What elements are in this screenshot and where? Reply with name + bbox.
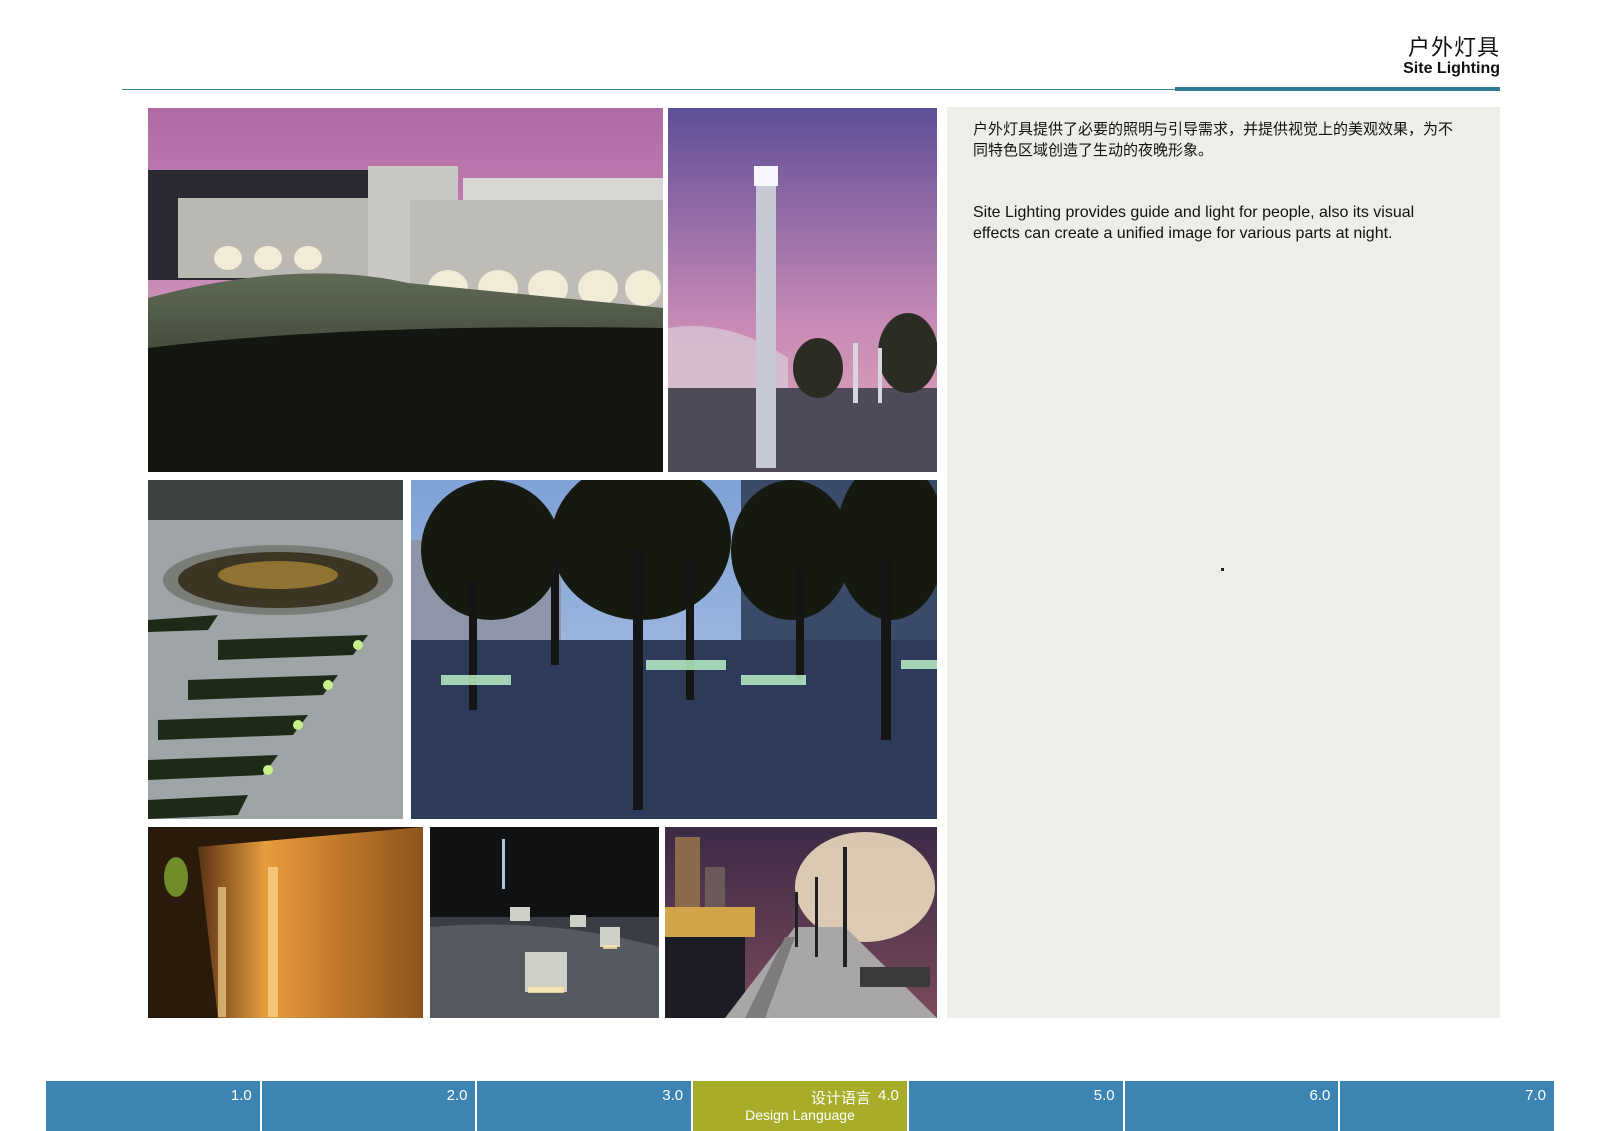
nav-section-2[interactable]: 2.0 (261, 1081, 478, 1131)
section-nav-bar: 1.0 2.0 3.0 设计语言 4.0 Design Language 5.0… (46, 1081, 1555, 1131)
nav-section-label-cn: 设计语言 (810, 1090, 871, 1107)
nav-section-number: 1.0 (230, 1087, 252, 1104)
page-title-cn: 户外灯具 (1407, 36, 1500, 61)
nav-section-4-active[interactable]: 设计语言 4.0 Design Language (693, 1081, 909, 1131)
stray-dot (1221, 568, 1224, 571)
nav-section-6[interactable]: 6.0 (1124, 1081, 1341, 1131)
photo-warm-wall-uplight (148, 827, 423, 1018)
nav-section-1[interactable]: 1.0 (46, 1081, 262, 1131)
nav-section-3[interactable]: 3.0 (477, 1081, 694, 1131)
nav-section-number: 2.0 (446, 1087, 468, 1104)
nav-section-number: 5.0 (1093, 1087, 1115, 1104)
nav-section-5[interactable]: 5.0 (908, 1081, 1125, 1131)
description-text-cn: 户外灯具提供了必要的照明与引导需求，并提供视觉上的美观效果，为不同特色区域创造了… (973, 120, 1454, 159)
nav-section-number: 7.0 (1525, 1087, 1547, 1104)
nav-section-number: 4.0 (878, 1087, 899, 1104)
photo-building-wall-lighting (148, 108, 663, 472)
photo-lamp-post-dusk (668, 108, 937, 472)
photo-tree-plaza-benches (411, 480, 937, 819)
description-text-en: Site Lighting provides guide and light f… (973, 204, 1415, 242)
photo-riverside-promenade (665, 827, 937, 1018)
photo-cube-lights-night (430, 827, 659, 1018)
nav-section-label-en: Design Language (745, 1107, 855, 1123)
page-title-en: Site Lighting (1403, 60, 1500, 77)
description-panel: 户外灯具提供了必要的照明与引导需求，并提供视觉上的美观效果，为不同特色区域创造了… (947, 107, 1500, 1018)
photo-circular-plaza-lighting (148, 480, 403, 819)
nav-section-7[interactable]: 7.0 (1340, 1081, 1555, 1131)
header-accent-bar (1175, 87, 1500, 91)
nav-section-number: 3.0 (662, 1087, 684, 1104)
nav-section-number: 6.0 (1309, 1087, 1331, 1104)
